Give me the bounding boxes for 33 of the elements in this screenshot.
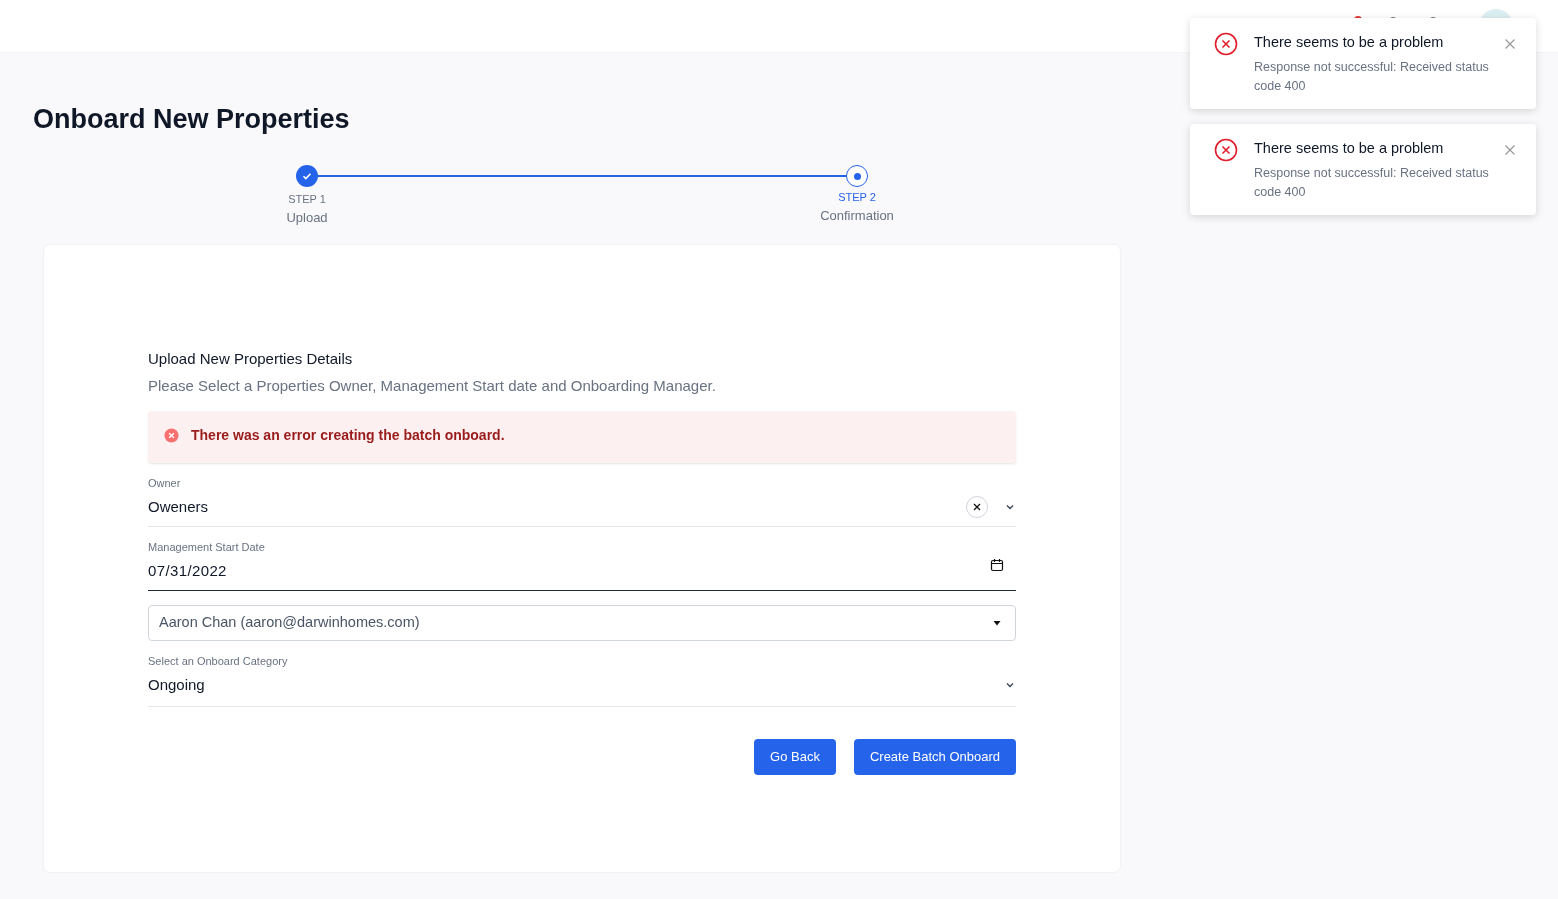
- step-label: STEP 2 Confirmation: [819, 190, 895, 225]
- close-icon: [1504, 144, 1516, 156]
- error-icon: [164, 427, 179, 443]
- step-label: STEP 1 Upload: [285, 192, 329, 227]
- toast-title: There seems to be a problem: [1254, 139, 1445, 158]
- clear-icon: [973, 502, 981, 511]
- toast-message: Response not successful: Received status code 400: [1254, 58, 1490, 95]
- field-value: Ongoing: [148, 674, 206, 695]
- toast-message: Response not successful: Received status code 400: [1254, 164, 1490, 201]
- close-button[interactable]: [1504, 38, 1516, 50]
- close-button[interactable]: [1504, 144, 1516, 156]
- field-label: Select an Onboard Category: [148, 654, 289, 669]
- form-subtitle: Please Select a Properties Owner, Management Start date and Onboarding Manager.: [148, 375, 717, 396]
- submit-button[interactable]: Create Batch Onboard: [853, 739, 1016, 775]
- back-button[interactable]: Go Back: [754, 739, 836, 775]
- field-label: Management Start Date: [148, 540, 266, 555]
- field-value: 07/31/2022: [148, 560, 228, 581]
- field-value: Oweners: [148, 496, 210, 517]
- date-field[interactable]: Management Start Date 07/31/2022: [148, 539, 1016, 591]
- error-icon: [1214, 138, 1238, 162]
- close-icon: [1504, 38, 1516, 50]
- error-icon: [1214, 32, 1238, 56]
- error-message: There was an error creating the batch onboard.: [191, 425, 505, 445]
- calendar-icon[interactable]: [990, 557, 1004, 572]
- select-value: Aaron Chan (aaron@darwinhomes.com): [159, 613, 421, 633]
- toast-title: There seems to be a problem: [1254, 33, 1445, 52]
- owner-field[interactable]: Owner Oweners: [148, 475, 1016, 527]
- form-title: Upload New Properties Details: [148, 349, 354, 369]
- category-field[interactable]: Select an Onboard Category Ongoing: [148, 653, 1016, 707]
- manager-select[interactable]: Aaron Chan (aaron@darwinhomes.com): [148, 605, 1016, 641]
- page-title: Onboard New Properties: [33, 103, 351, 135]
- caret-icon: [993, 620, 1001, 626]
- field-label: Owner: [148, 476, 182, 491]
